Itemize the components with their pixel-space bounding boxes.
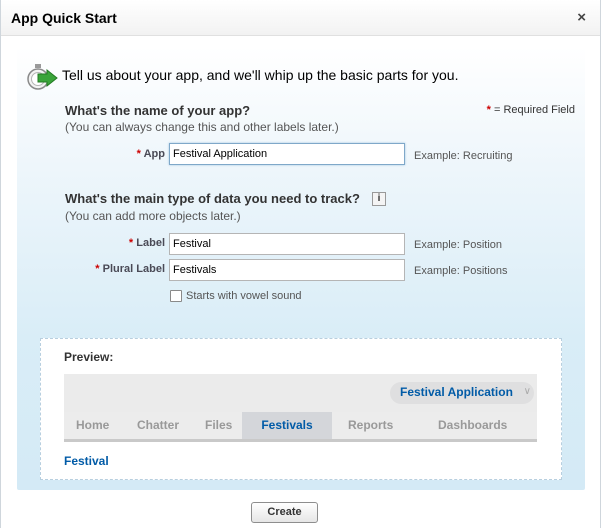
app-name-input[interactable] <box>169 143 405 165</box>
required-field-note: * = Required Field <box>487 104 575 116</box>
app-field-label: * App <box>137 148 165 160</box>
preview-festival-link: Festival <box>64 454 109 468</box>
app-required-marker: * <box>136 148 141 160</box>
preview-tab-reports: Reports <box>348 418 394 432</box>
chevron-down-icon: ∨ <box>523 386 531 397</box>
app-name-subtext: (You can always change this and other la… <box>65 120 339 134</box>
create-button[interactable]: Create <box>251 502 318 523</box>
required-field-note-text: = Required Field <box>493 104 575 116</box>
plural-label-field-label: * Plural Label <box>95 263 165 275</box>
preview-header: Festival Application ∨ <box>64 374 537 412</box>
preview-title: Preview: <box>64 350 114 364</box>
wizard-panel: Tell us about your app, and we'll whip u… <box>17 47 585 490</box>
app-switcher-label: Festival Application <box>400 385 513 399</box>
app-example: Example: Recruiting <box>414 150 513 162</box>
preview-tab-home: Home <box>76 418 110 432</box>
plural-label-input[interactable] <box>169 259 405 281</box>
info-icon[interactable]: i <box>372 192 386 206</box>
data-type-subtext: (You can add more objects later.) <box>65 209 241 223</box>
intro-text: Tell us about your app, and we'll whip u… <box>62 67 459 83</box>
label-example: Example: Position <box>414 239 503 251</box>
plural-label-label-text: Plural Label <box>102 263 165 275</box>
preview-tab-festivals: Festivals <box>242 412 332 439</box>
preview-tabbar: Home Chatter Files Festivals Reports Das… <box>64 412 537 442</box>
app-label-text: App <box>143 148 165 160</box>
preview-box: Preview: Festival Application ∨ Home Cha… <box>40 338 562 480</box>
label-input[interactable] <box>169 233 405 255</box>
preview-tab-dashboards: Dashboards <box>438 418 508 432</box>
preview-tab-chatter: Chatter <box>137 418 180 432</box>
app-name-heading: What's the name of your app? <box>65 103 251 118</box>
app-switcher: Festival Application ∨ <box>390 382 534 404</box>
vowel-sound-checkbox[interactable] <box>170 290 182 302</box>
label-field-label: * Label <box>129 237 165 249</box>
preview-tab-files: Files <box>205 418 233 432</box>
label-label-text: Label <box>136 237 165 249</box>
app-wizard-icon <box>25 61 59 93</box>
vowel-sound-label: Starts with vowel sound <box>186 290 302 302</box>
label-required-marker: * <box>128 237 134 249</box>
data-type-heading: What's the main type of data you need to… <box>65 191 360 206</box>
plural-label-example: Example: Positions <box>414 265 508 277</box>
plural-label-required-marker: * <box>95 263 100 275</box>
app-quick-start-dialog: App Quick Start × Tell us about your app… <box>0 0 601 528</box>
dialog-title: App Quick Start <box>11 10 117 26</box>
required-marker: * <box>486 104 491 116</box>
close-icon[interactable]: × <box>577 9 586 26</box>
dialog-titlebar: App Quick Start × <box>1 0 600 36</box>
